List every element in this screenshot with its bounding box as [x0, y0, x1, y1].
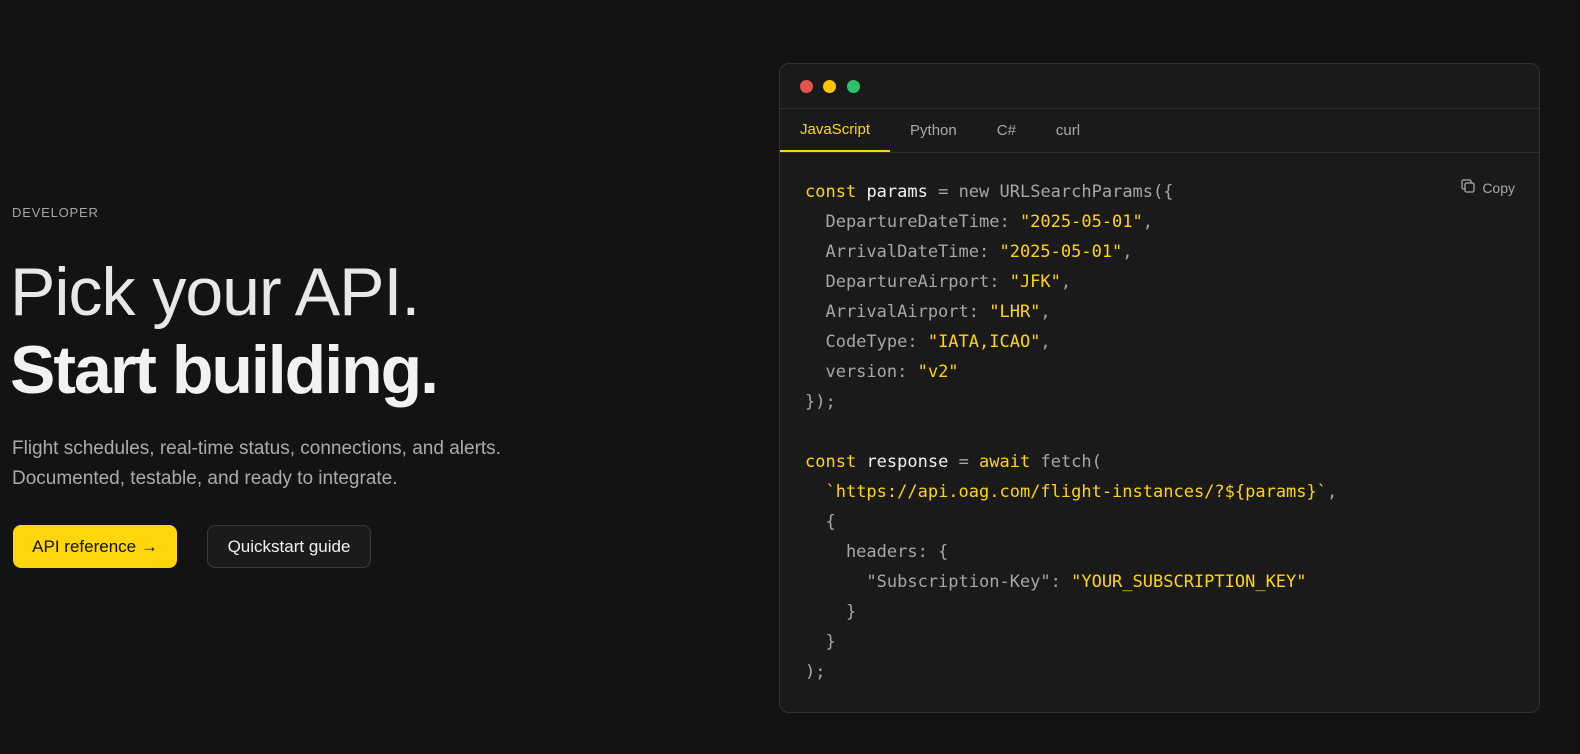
code-line: DepartureDateTime: "2025-05-01", [805, 212, 1154, 232]
window-close-dot-icon [800, 80, 813, 93]
code-window: JavaScript Python C# curl Copy const par… [779, 63, 1540, 713]
copy-button[interactable]: Copy [1460, 178, 1515, 197]
api-reference-button[interactable]: API reference → [13, 525, 177, 568]
code-line: }); [805, 392, 836, 412]
code-window-titlebar [780, 64, 1539, 109]
headline-line-2: Start building. [10, 332, 439, 408]
code-line: ArrivalDateTime: "2025-05-01", [805, 242, 1133, 262]
code-line: const params = new URLSearchParams({ [805, 182, 1174, 202]
code-line: } [805, 632, 836, 652]
language-tabs: JavaScript Python C# curl [780, 109, 1539, 153]
code-line: } [805, 602, 857, 622]
code-line: ); [805, 662, 826, 682]
headline-line-1: Pick your API. [10, 254, 420, 330]
code-line: "Subscription-Key": "YOUR_SUBSCRIPTION_K… [805, 572, 1307, 592]
code-line: const response = await fetch( [805, 452, 1102, 472]
copy-icon [1460, 178, 1476, 197]
code-line: ArrivalAirport: "LHR", [805, 302, 1051, 322]
tab-csharp[interactable]: C# [977, 109, 1036, 152]
window-minimize-dot-icon [823, 80, 836, 93]
quickstart-guide-button[interactable]: Quickstart guide [207, 525, 371, 568]
code-line: version: "v2" [805, 362, 959, 382]
eyebrow-label: DEVELOPER [12, 205, 99, 220]
code-block: const params = new URLSearchParams({ Dep… [805, 177, 1337, 687]
page: DEVELOPER Pick your API. Start building.… [0, 0, 1580, 754]
copy-label: Copy [1482, 179, 1515, 196]
code-line: CodeType: "IATA,ICAO", [805, 332, 1051, 352]
code-line: headers: { [805, 542, 949, 562]
code-line: { [805, 512, 836, 532]
window-maximize-dot-icon [847, 80, 860, 93]
tab-curl[interactable]: curl [1036, 109, 1100, 152]
hero-subtext: Flight schedules, real-time status, conn… [12, 438, 501, 489]
code-line: `https://api.oag.com/flight-instances/?$… [825, 482, 1338, 502]
tab-javascript[interactable]: JavaScript [780, 109, 891, 152]
tab-python[interactable]: Python [890, 109, 977, 152]
code-line: DepartureAirport: "JFK", [805, 272, 1072, 292]
